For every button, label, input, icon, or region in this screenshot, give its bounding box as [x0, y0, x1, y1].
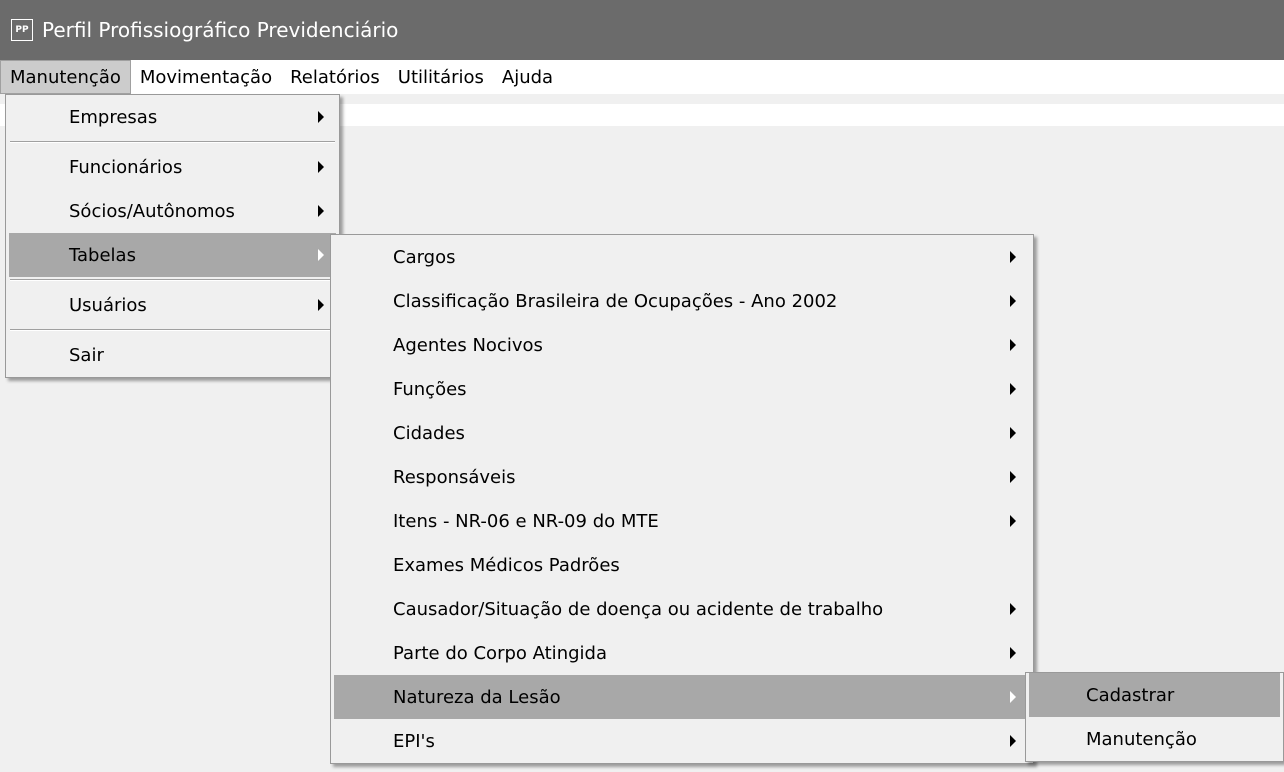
chevron-right-icon [318, 111, 324, 123]
menu-item-label: Causador/Situação de doença ou acidente … [393, 598, 884, 620]
menu-item-label: Cargos [393, 246, 456, 268]
menu-item-label: Funcionários [69, 156, 183, 178]
menu-bar: Manutenção Movimentação Relatórios Utili… [0, 60, 1284, 94]
menu-item-epis[interactable]: EPI's [334, 719, 1030, 763]
chevron-right-icon [1010, 295, 1016, 307]
chevron-right-icon [1010, 515, 1016, 527]
menu-item-responsaveis[interactable]: Responsáveis [334, 455, 1030, 499]
chevron-right-icon [1010, 647, 1016, 659]
app-icon[interactable]: PP [11, 19, 33, 41]
menu-item-label: Responsáveis [393, 466, 516, 488]
window-title: Perfil Profissiográfico Previdenciário [42, 18, 399, 42]
menu-item-tabelas[interactable]: Tabelas [9, 233, 336, 277]
menu-item-causador-situacao[interactable]: Causador/Situação de doença ou acidente … [334, 587, 1030, 631]
menu-item-label: Sair [69, 344, 104, 366]
menu-manutencao[interactable]: Manutenção [0, 60, 131, 94]
menu-relatorios[interactable]: Relatórios [281, 60, 389, 94]
chevron-right-icon [1010, 383, 1016, 395]
menu-item-label: Funções [393, 378, 467, 400]
menu-item-cargos[interactable]: Cargos [334, 235, 1030, 279]
menu-item-cbo-2002[interactable]: Classificação Brasileira de Ocupações - … [334, 279, 1030, 323]
menu-item-label: EPI's [393, 730, 435, 752]
menu-item-exames-medicos[interactable]: Exames Médicos Padrões [334, 543, 1030, 587]
chevron-right-icon [318, 161, 324, 173]
menu-item-label: Exames Médicos Padrões [393, 554, 620, 576]
tabelas-submenu: Cargos Classificação Brasileira de Ocupa… [330, 234, 1034, 764]
menu-item-label: Itens - NR-06 e NR-09 do MTE [393, 510, 659, 532]
menu-movimentacao[interactable]: Movimentação [131, 60, 281, 94]
menu-item-label: Natureza da Lesão [393, 686, 561, 708]
menu-item-socios-autonomos[interactable]: Sócios/Autônomos [6, 189, 339, 233]
menu-ajuda[interactable]: Ajuda [493, 60, 562, 94]
menu-item-natureza-lesao[interactable]: Natureza da Lesão [334, 675, 1030, 719]
chevron-right-icon [1010, 603, 1016, 615]
menu-item-label: Cidades [393, 422, 465, 444]
menu-utilitarios[interactable]: Utilitários [389, 60, 493, 94]
menu-item-label: Parte do Corpo Atingida [393, 642, 607, 664]
chevron-right-icon [318, 205, 324, 217]
chevron-right-icon [1010, 427, 1016, 439]
menu-item-cadastrar[interactable]: Cadastrar [1029, 673, 1280, 717]
chevron-right-icon [318, 299, 324, 311]
menu-item-parte-corpo[interactable]: Parte do Corpo Atingida [334, 631, 1030, 675]
menu-item-label: Tabelas [69, 244, 136, 266]
menu-item-usuarios[interactable]: Usuários [6, 283, 339, 327]
natureza-lesao-submenu: Cadastrar Manutenção [1025, 672, 1284, 762]
menu-item-empresas[interactable]: Empresas [6, 95, 339, 139]
menu-item-label: Manutenção [1086, 728, 1197, 750]
menu-item-label: Empresas [69, 106, 158, 128]
menu-item-sair[interactable]: Sair [6, 333, 339, 377]
manutencao-dropdown: Empresas Funcionários Sócios/Autônomos T… [5, 94, 340, 378]
chevron-right-icon [1010, 251, 1016, 263]
chevron-right-icon [1010, 691, 1016, 703]
chevron-right-icon [318, 249, 324, 261]
menu-item-funcoes[interactable]: Funções [334, 367, 1030, 411]
chevron-right-icon [1010, 735, 1016, 747]
title-bar: PP Perfil Profissiográfico Previdenciári… [0, 0, 1284, 60]
menu-item-label: Cadastrar [1086, 684, 1175, 706]
chevron-right-icon [1010, 339, 1016, 351]
menu-item-label: Usuários [69, 294, 147, 316]
menu-item-label: Classificação Brasileira de Ocupações - … [393, 290, 838, 312]
menu-item-itens-nr[interactable]: Itens - NR-06 e NR-09 do MTE [334, 499, 1030, 543]
menu-item-manutencao[interactable]: Manutenção [1029, 717, 1280, 761]
menu-item-funcionarios[interactable]: Funcionários [6, 145, 339, 189]
menu-item-label: Sócios/Autônomos [69, 200, 235, 222]
menu-item-cidades[interactable]: Cidades [334, 411, 1030, 455]
chevron-right-icon [1010, 471, 1016, 483]
menu-item-agentes-nocivos[interactable]: Agentes Nocivos [334, 323, 1030, 367]
menu-item-label: Agentes Nocivos [393, 334, 543, 356]
